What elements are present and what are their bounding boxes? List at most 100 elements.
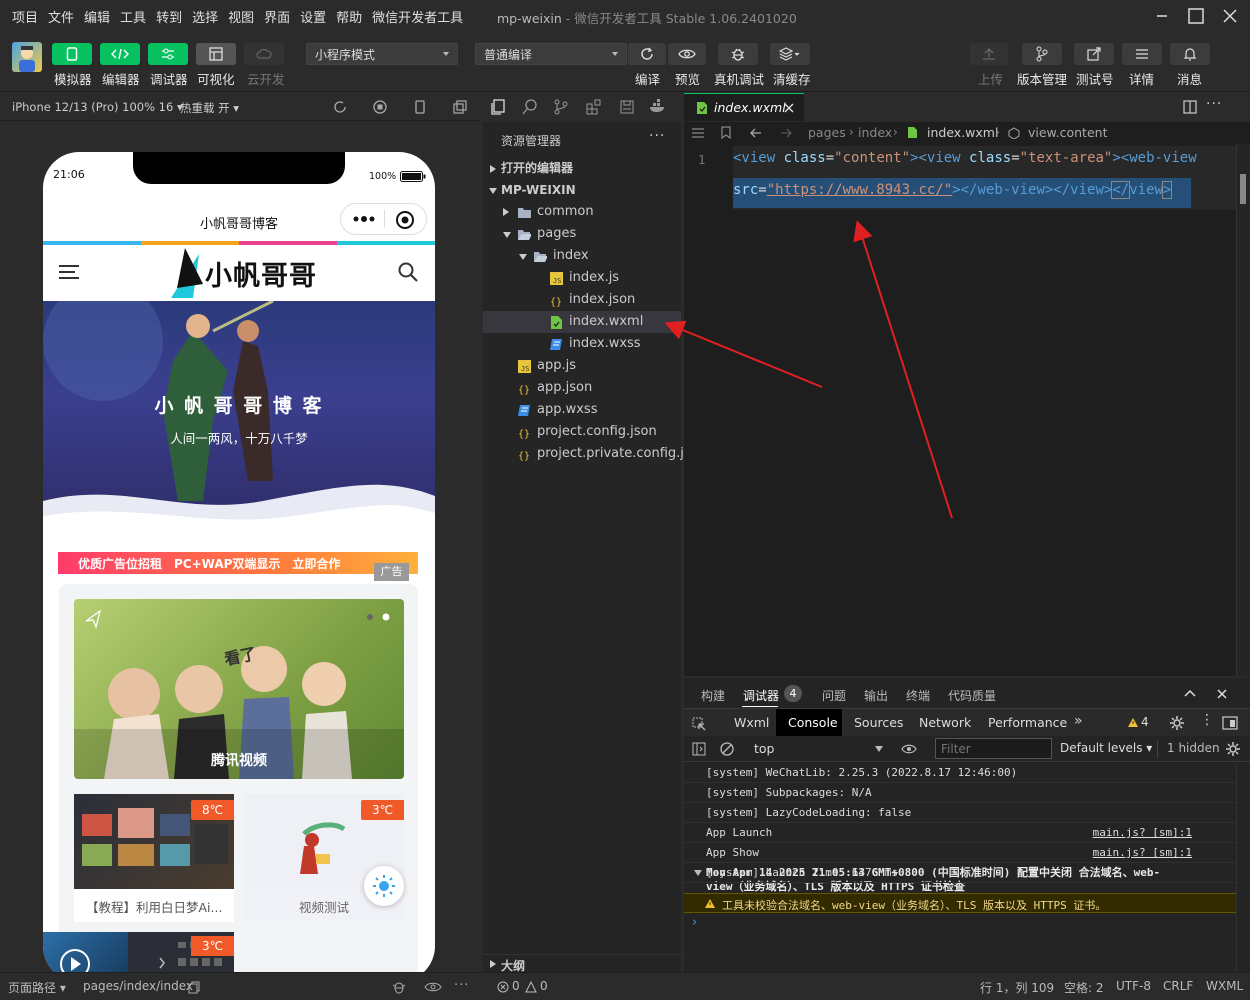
capsule-menu[interactable]: [340, 203, 427, 235]
log-levels-select[interactable]: Default levels ▾: [1060, 741, 1152, 755]
console-scrollbar[interactable]: [1236, 763, 1250, 972]
sidebar-icon[interactable]: [692, 742, 706, 756]
devtab-sources[interactable]: Sources: [854, 715, 903, 730]
menu-view[interactable]: 视图: [223, 7, 259, 26]
bug-icon[interactable]: [391, 979, 407, 995]
clear-console-icon[interactable]: [720, 742, 734, 756]
visual-toggle[interactable]: [196, 43, 236, 65]
breadcrumb-index[interactable]: index: [858, 125, 892, 140]
breadcrumb-file[interactable]: index.wxml: [927, 125, 998, 140]
forward-arrow-icon[interactable]: [780, 127, 792, 139]
back-arrow-icon[interactable]: [750, 127, 762, 139]
console-prompt[interactable]: ›: [692, 915, 697, 930]
chevron-up-icon[interactable]: [1184, 689, 1196, 697]
devtab-performance[interactable]: Performance: [988, 715, 1067, 730]
encoding[interactable]: UTF-8: [1116, 979, 1151, 993]
tab-index-wxml[interactable]: index.wxml: [684, 93, 804, 121]
cloud-toggle[interactable]: [244, 43, 284, 65]
gear-icon[interactable]: [1226, 742, 1240, 756]
warning-count[interactable]: 4: [1141, 715, 1149, 729]
featured-video-card[interactable]: 看了 腾讯视频: [74, 599, 404, 779]
devtab-network[interactable]: Network: [919, 715, 971, 730]
menu-goto[interactable]: 转到: [151, 7, 187, 26]
version-button[interactable]: [1022, 43, 1062, 65]
menu-project[interactable]: 项目: [0, 7, 43, 26]
device-select[interactable]: iPhone 12/13 (Pro) 100% 16 ▾: [12, 100, 183, 114]
post-card-1[interactable]: 8℃ 【教程】利用白日梦Ai...: [74, 794, 234, 922]
file-tree-item[interactable]: {} project.config.json: [483, 421, 681, 443]
dock-icon[interactable]: [1222, 716, 1238, 730]
file-tree-item[interactable]: {} project.private.config.js...: [483, 443, 703, 465]
console-filter-input[interactable]: [935, 738, 1052, 759]
close-icon[interactable]: [1217, 689, 1227, 699]
hot-reload-toggle[interactable]: 热重载 开 ▾: [180, 100, 239, 116]
compile-select[interactable]: 普通编译: [475, 43, 627, 65]
code-editor[interactable]: 1 <view class="content"><view class="tex…: [684, 144, 1250, 676]
search-icon[interactable]: [522, 99, 538, 115]
tab-build[interactable]: 构建: [701, 687, 725, 704]
file-tree-item[interactable]: {} index.json: [483, 289, 681, 311]
inspect-icon[interactable]: [692, 717, 706, 731]
upload-button[interactable]: [970, 43, 1008, 65]
console-source-link[interactable]: main.js? [sm]:1: [1093, 846, 1192, 859]
close-window-button[interactable]: [1208, 0, 1250, 32]
open-editors-section[interactable]: 打开的编辑器: [483, 157, 681, 179]
copy-icon[interactable]: [188, 981, 200, 994]
editor-toggle[interactable]: [100, 43, 140, 65]
theme-toggle-button[interactable]: [364, 866, 404, 906]
messages-button[interactable]: [1170, 43, 1210, 65]
cursor-position[interactable]: 行 1，列 109: [980, 979, 1054, 996]
more-icon[interactable]: [352, 215, 376, 223]
gear-icon[interactable]: [1170, 716, 1184, 730]
phone-icon[interactable]: [414, 100, 426, 114]
project-section[interactable]: MP-WEIXIN: [483, 179, 681, 201]
devtab-wxml[interactable]: Wxml: [734, 715, 769, 730]
source-control-icon[interactable]: [554, 99, 568, 115]
menu-settings[interactable]: 设置: [295, 7, 331, 26]
file-tree-item[interactable]: common: [483, 201, 681, 223]
eye-icon[interactable]: [424, 981, 442, 993]
ad-banner[interactable]: 优质广告位招租 PC+WAP双端显示 立即合作: [58, 552, 418, 574]
files-icon[interactable]: [490, 99, 506, 115]
split-editor-icon[interactable]: [1183, 100, 1197, 114]
menu-help[interactable]: 帮助: [331, 7, 367, 26]
storage-icon[interactable]: [619, 99, 635, 115]
menu-interface[interactable]: 界面: [259, 7, 295, 26]
avatar[interactable]: [12, 42, 42, 72]
more-tabs-chevron[interactable]: »: [1074, 713, 1083, 729]
tab-problems[interactable]: 问题: [822, 687, 846, 704]
file-tree-item[interactable]: app.wxss: [483, 399, 681, 421]
code-link[interactable]: "https://www.8943.cc/": [767, 182, 952, 198]
devtab-console[interactable]: Console: [788, 715, 838, 730]
popout-icon[interactable]: [453, 100, 467, 114]
stop-icon[interactable]: [373, 100, 387, 114]
close-icon[interactable]: [784, 103, 794, 113]
menu-devtools[interactable]: 微信开发者工具: [367, 7, 468, 26]
breadcrumb-symbol[interactable]: view.content: [1028, 125, 1107, 140]
file-tree-item[interactable]: index.wxml: [483, 311, 681, 333]
tab-debugger[interactable]: 调试器: [743, 687, 779, 704]
line-ending[interactable]: CRLF: [1163, 979, 1193, 993]
list-icon[interactable]: [692, 128, 704, 138]
menu-tools[interactable]: 工具: [115, 7, 151, 26]
indentation[interactable]: 空格: 2: [1064, 979, 1104, 996]
search-icon[interactable]: [398, 262, 418, 282]
clear-cache-button[interactable]: [770, 43, 810, 65]
outline-section[interactable]: 大纲: [483, 954, 681, 973]
bookmark-icon[interactable]: [721, 126, 731, 139]
post-card-3-thumb[interactable]: [43, 932, 128, 972]
simulator-toggle[interactable]: [52, 43, 92, 65]
close-mini-icon[interactable]: [395, 210, 415, 230]
console-source-link[interactable]: main.js? [sm]:1: [1093, 826, 1192, 839]
preview-button[interactable]: [668, 43, 706, 65]
menu-edit[interactable]: 编辑: [79, 7, 115, 26]
file-tree-item[interactable]: JS app.js: [483, 355, 681, 377]
file-tree-item[interactable]: JS index.js: [483, 267, 681, 289]
more-options[interactable]: ···: [454, 978, 469, 993]
file-tree-item[interactable]: index: [483, 245, 681, 267]
language-mode[interactable]: WXML: [1206, 979, 1243, 993]
mode-select[interactable]: 小程序模式: [306, 43, 458, 65]
eye-icon[interactable]: [901, 744, 917, 754]
menu-file[interactable]: 文件: [43, 7, 79, 26]
details-button[interactable]: [1122, 43, 1162, 65]
